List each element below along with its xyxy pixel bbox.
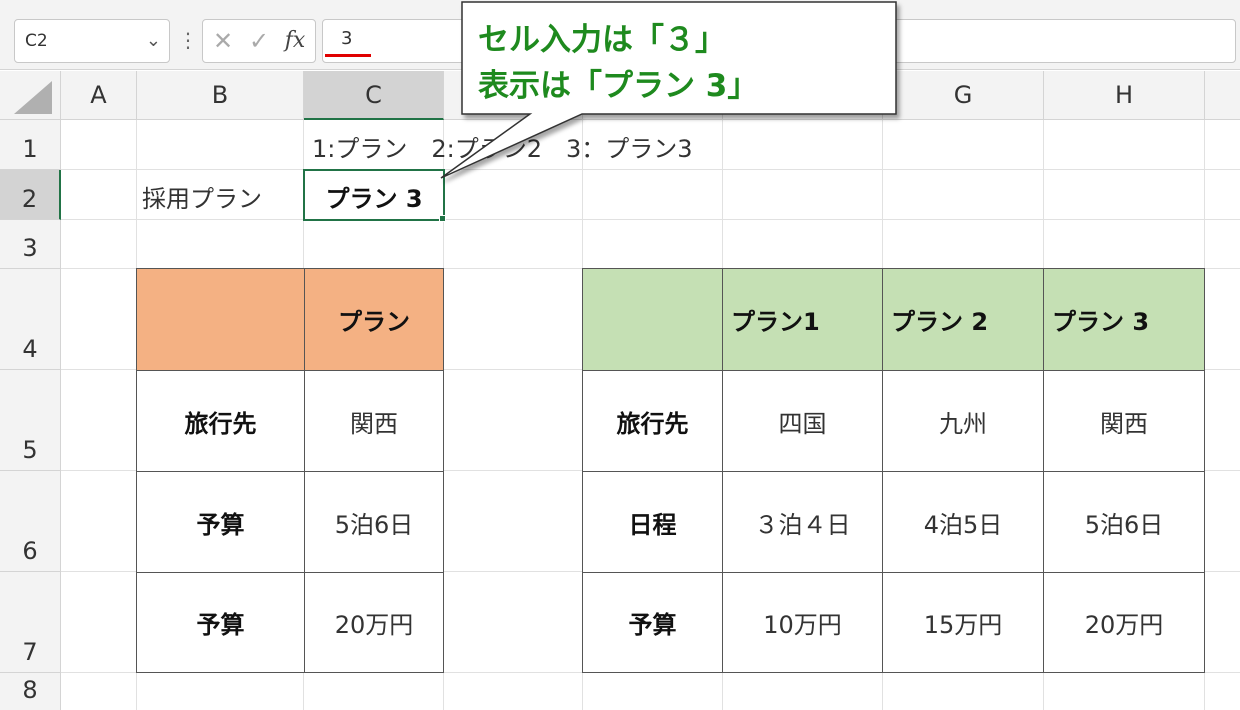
callout-line-2: 表示は「プラン 3」 [478,68,759,104]
callout [440,1,897,179]
callout-line-1: セル入力は「３」 [478,22,726,58]
